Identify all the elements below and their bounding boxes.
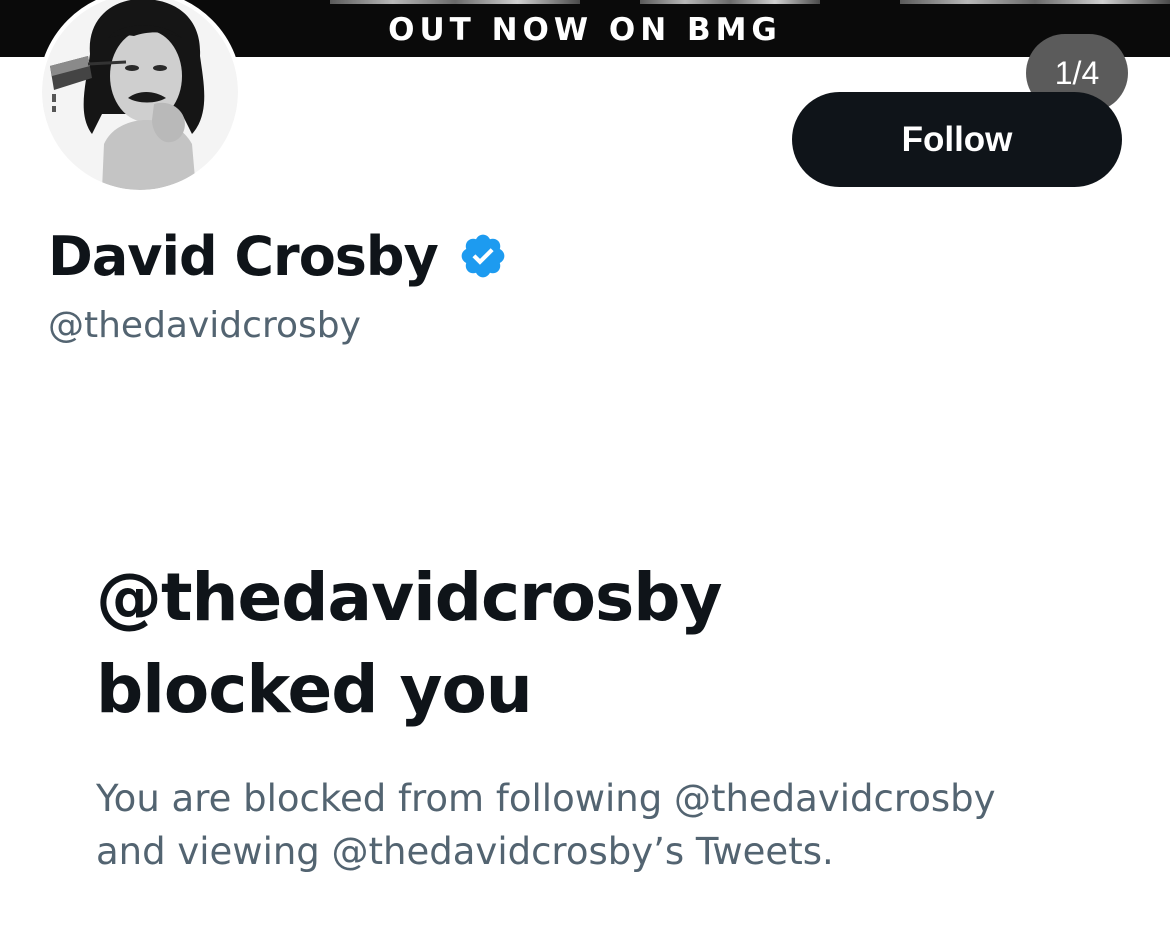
blocked-description-line: You are blocked from following @thedavid… (96, 777, 996, 820)
banner-photo-edge (640, 0, 820, 4)
blocked-description: You are blocked from following @thedavid… (96, 772, 1146, 878)
blocked-title-line: blocked you (96, 651, 533, 728)
banner-photo-edge (330, 0, 580, 4)
blocked-title-line: @thedavidcrosby (96, 559, 723, 636)
profile-photo (42, 0, 238, 190)
avatar[interactable] (38, 0, 242, 194)
follow-button[interactable]: Follow (792, 92, 1122, 187)
display-name-row: David Crosby (48, 222, 508, 290)
verified-badge-icon[interactable] (458, 231, 508, 281)
blocked-title: @thedavidcrosby blocked you (96, 552, 1136, 736)
profile-page: OUT NOW ON BMG 1/4 Follow David Crosby @… (0, 0, 1170, 936)
display-name: David Crosby (48, 224, 439, 288)
blocked-description-line: and viewing @thedavidcrosby’s Tweets. (96, 830, 834, 873)
profile-handle: @thedavidcrosby (48, 305, 361, 346)
banner-photo-edge (900, 0, 1170, 4)
